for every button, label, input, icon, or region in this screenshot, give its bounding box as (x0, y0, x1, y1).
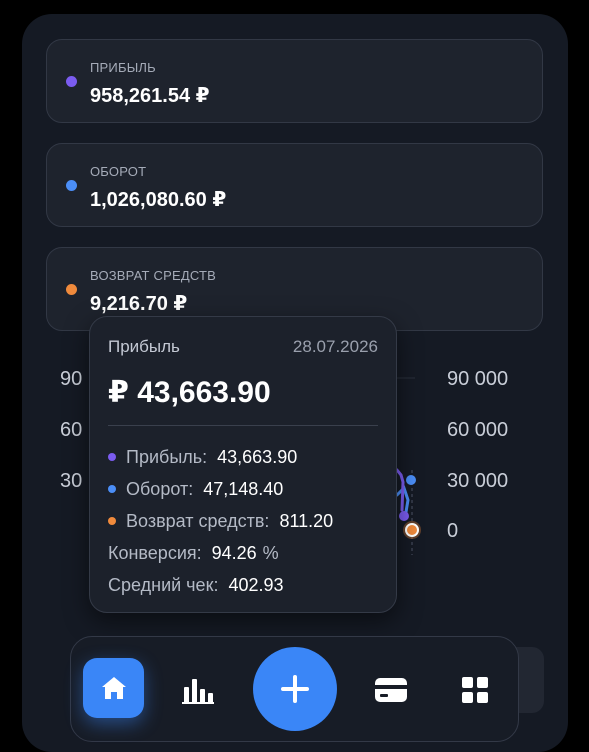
row-unit: % (262, 543, 279, 563)
tooltip-divider (108, 425, 378, 426)
row-label: Конверсия: (108, 543, 202, 563)
tooltip-row-profit: Прибыль: 43,663.90 (108, 447, 297, 468)
row-label: Оборот: (126, 479, 194, 499)
grid-icon (462, 677, 488, 703)
row-value: 47,148.40 (203, 479, 284, 499)
refunds-dot (108, 517, 116, 526)
card-icon (375, 678, 407, 702)
row-label: Возврат средств: (126, 511, 270, 531)
home-button[interactable] (83, 658, 144, 718)
stats-button[interactable] (176, 670, 220, 710)
tooltip-row-refunds: Возврат средств: 811.20 (108, 511, 333, 532)
plus-icon (281, 675, 309, 703)
tooltip-title: Прибыль (108, 337, 180, 356)
row-label: Прибыль: (126, 447, 208, 467)
row-label: Средний чек: (108, 575, 219, 595)
row-value: 402.93 (228, 575, 284, 595)
refund-point (405, 523, 419, 537)
bar-chart-icon (182, 679, 214, 704)
add-button[interactable] (253, 647, 337, 731)
row-value: 43,663.90 (217, 447, 298, 467)
chart-tooltip: Прибыль 28.07.2026 ₽ 43,663.90 Прибыль: 4… (89, 316, 397, 613)
row-value: 811.20 (279, 511, 334, 531)
tooltip-row-conversion: Конверсия: 94.26% (108, 543, 279, 564)
tooltip-date: 28.07.2026 (292, 337, 378, 356)
row-value: 94.26 (211, 543, 257, 563)
tooltip-main-value: ₽ 43,663.90 (108, 376, 271, 409)
tooltip-row-avg-check: Средний чек: 402.93 (108, 575, 284, 596)
home-icon (101, 677, 126, 699)
profit-dot (108, 453, 116, 462)
turnover-point (406, 475, 416, 485)
turnover-dot (108, 485, 116, 494)
cards-button[interactable] (368, 670, 414, 710)
menu-button[interactable] (452, 668, 498, 712)
profit-point (399, 511, 409, 521)
tooltip-row-turnover: Оборот: 47,148.40 (108, 479, 283, 500)
